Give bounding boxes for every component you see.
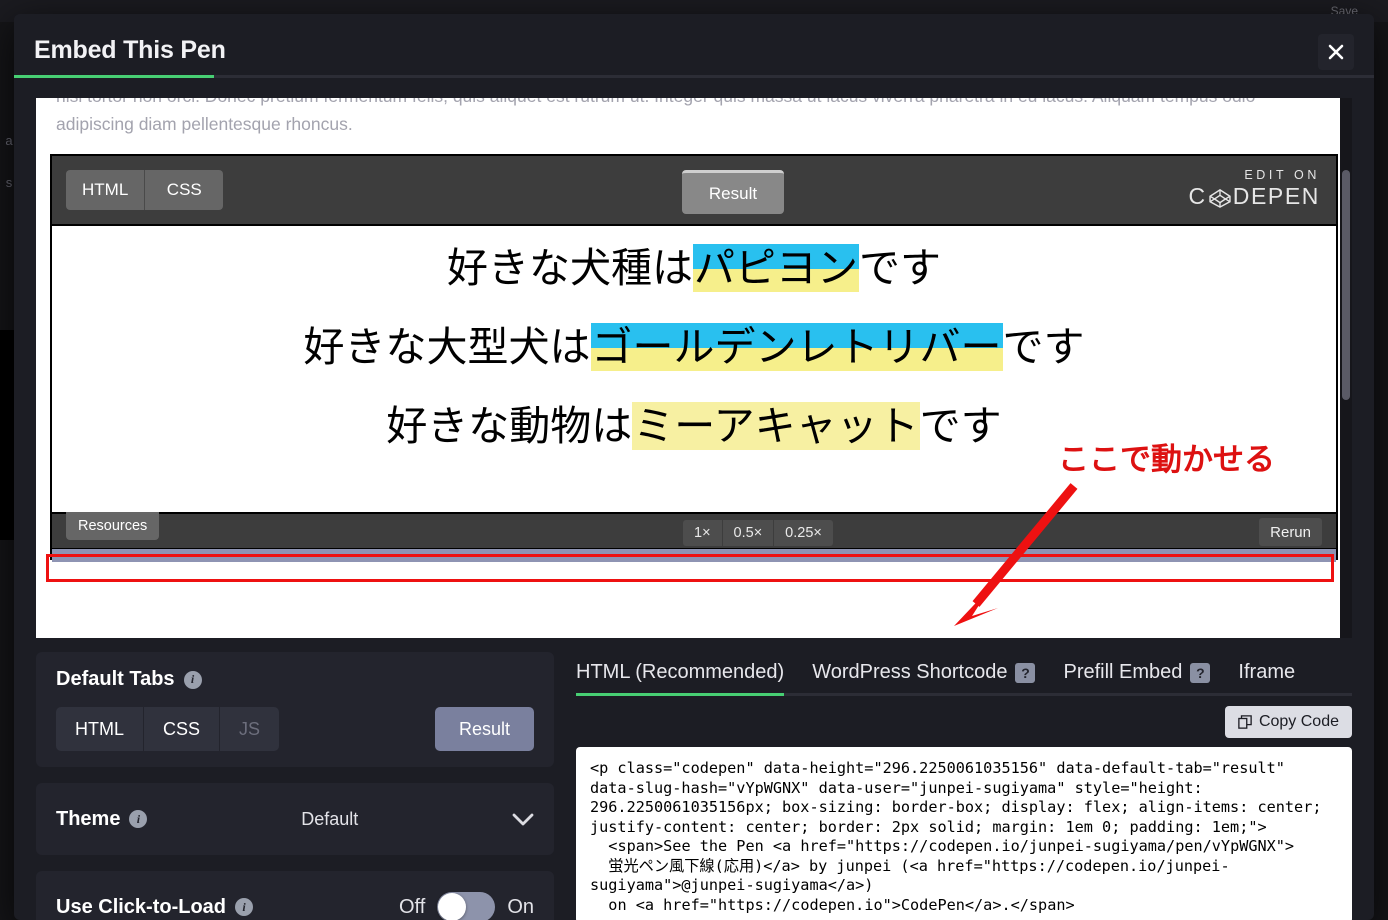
embed-rerun-button[interactable]: Rerun xyxy=(1259,518,1322,546)
embed-footer: Resources 1× 0.5× 0.25× Rerun xyxy=(52,512,1336,562)
embed-header: HTML CSS Result EDIT ON C DEPEN xyxy=(52,156,1336,224)
theme-title: Theme i xyxy=(56,807,148,831)
embed-preview-area: nisi tortor non orci. Donec pretium ferm… xyxy=(36,98,1352,638)
result-line-1-highlight: パピヨン xyxy=(693,244,859,292)
default-tab-html[interactable]: HTML xyxy=(56,707,144,751)
embed-tab-html[interactable]: HTML xyxy=(66,170,146,210)
default-tabs-card: Default Tabs i HTML CSS JS Result xyxy=(36,652,554,767)
help-icon[interactable]: ? xyxy=(1015,662,1036,683)
embed-resources-button[interactable]: Resources xyxy=(66,512,160,540)
zoom-1x-button[interactable]: 1× xyxy=(683,520,723,546)
toggle-on-label: On xyxy=(507,895,534,918)
result-line-1-pre: 好きな犬種は xyxy=(447,244,693,292)
default-tabs-controls: HTML CSS JS Result xyxy=(56,707,534,751)
zoom-025x-button[interactable]: 0.25× xyxy=(774,520,833,546)
click-to-load-toggle-row: Off On xyxy=(399,892,534,920)
embed-tab-group: HTML CSS xyxy=(66,170,224,210)
code-format-tabs: HTML (Recommended) WordPress Shortcode ?… xyxy=(576,652,1352,696)
info-icon[interactable]: i xyxy=(183,670,202,689)
chevron-down-icon[interactable] xyxy=(512,808,534,830)
tab-prefill-embed-label: Prefill Embed xyxy=(1063,661,1183,683)
zoom-05x-button[interactable]: 0.5× xyxy=(722,520,775,546)
theme-label: Theme xyxy=(56,807,121,830)
codepen-embed: HTML CSS Result EDIT ON C DEPEN 好きな犬種はパピ… xyxy=(50,154,1338,562)
embed-code-column: HTML (Recommended) WordPress Shortcode ?… xyxy=(576,652,1352,920)
edit-on-codepen-logo[interactable]: EDIT ON C DEPEN xyxy=(1189,168,1320,210)
embed-resize-handle[interactable] xyxy=(52,548,1336,562)
embed-this-pen-modal: Embed This Pen nisi tortor non orci. Don… xyxy=(14,14,1374,920)
theme-selected-value: Default xyxy=(301,808,359,829)
result-line-2-post: です xyxy=(1002,323,1085,371)
toggle-off-label: Off xyxy=(399,895,426,918)
tab-html-recommended[interactable]: HTML (Recommended) xyxy=(576,661,785,696)
preview-scrollbar-thumb[interactable] xyxy=(1342,170,1350,400)
page-title: Embed This Pen xyxy=(34,36,226,64)
tab-wordpress-shortcode-label: WordPress Shortcode xyxy=(812,661,1008,683)
switch-knob xyxy=(438,893,467,920)
modal-header: Embed This Pen xyxy=(14,14,1374,90)
result-line-2-pre: 好きな大型犬は xyxy=(303,323,591,371)
help-icon[interactable]: ? xyxy=(1190,662,1211,683)
embed-tab-result[interactable]: Result xyxy=(682,170,784,214)
result-line-1-post: です xyxy=(859,244,941,292)
logo-line-edit-on: EDIT ON xyxy=(1244,168,1320,182)
result-line-3-pre: 好きな動物は xyxy=(386,402,633,450)
info-icon[interactable]: i xyxy=(129,810,148,828)
tab-iframe-label: Iframe xyxy=(1238,661,1296,683)
copy-icon xyxy=(1238,715,1252,729)
result-line-3-highlight: ミーアキャット xyxy=(632,402,920,450)
embed-code-box[interactable]: <p class="codepen" data-height="296.2250… xyxy=(576,747,1352,920)
click-to-load-title: Use Click-to-Load i xyxy=(56,895,254,919)
close-icon xyxy=(1328,44,1344,60)
tab-html-recommended-label: HTML (Recommended) xyxy=(576,661,785,683)
click-to-load-label: Use Click-to-Load xyxy=(56,895,227,918)
codepen-mark-icon xyxy=(1209,187,1231,208)
preview-scrollbar[interactable] xyxy=(1340,98,1352,638)
embed-code-text: <p class="codepen" data-height="296.2250… xyxy=(590,759,1322,914)
click-to-load-card: Use Click-to-Load i Off On xyxy=(36,871,554,920)
modal-body: Default Tabs i HTML CSS JS Result Theme … xyxy=(36,652,1352,920)
copy-code-button[interactable]: Copy Code xyxy=(1224,706,1352,738)
default-tabs-label: Default Tabs xyxy=(56,668,175,690)
tab-prefill-embed[interactable]: Prefill Embed ? xyxy=(1063,661,1211,693)
embed-zoom-group: 1× 0.5× 0.25× xyxy=(683,520,833,546)
default-tab-css[interactable]: CSS xyxy=(144,707,221,751)
title-divider xyxy=(14,75,1374,78)
annotation-text: ここで動かせる xyxy=(1058,442,1275,478)
theme-select[interactable]: Default xyxy=(147,783,512,855)
logo-letters-depen: DEPEN xyxy=(1232,183,1320,209)
logo-line-codepen: C DEPEN xyxy=(1189,183,1320,210)
default-tab-result[interactable]: Result xyxy=(434,707,534,751)
title-active-underline xyxy=(14,75,214,78)
tab-wordpress-shortcode[interactable]: WordPress Shortcode ? xyxy=(812,661,1036,693)
info-icon[interactable]: i xyxy=(235,898,254,916)
default-tabs-group: HTML CSS JS xyxy=(56,707,280,751)
logo-letter-c: C xyxy=(1188,183,1207,209)
result-line-2-highlight: ゴールデンレトリバー xyxy=(590,323,1003,371)
copy-code-row: Copy Code xyxy=(576,706,1352,738)
embed-tab-css[interactable]: CSS xyxy=(145,170,224,210)
result-line-3-post: です xyxy=(919,402,1002,450)
embed-settings-column: Default Tabs i HTML CSS JS Result Theme … xyxy=(36,652,554,920)
theme-card[interactable]: Theme i Default xyxy=(36,783,554,855)
result-line-2: 好きな大型犬はゴールデンレトリバーです xyxy=(52,323,1336,371)
default-tab-js[interactable]: JS xyxy=(220,707,280,751)
result-line-1: 好きな犬種はパピヨンです xyxy=(52,244,1336,292)
close-button[interactable] xyxy=(1318,34,1354,70)
click-to-load-switch[interactable] xyxy=(437,892,496,920)
tab-iframe[interactable]: Iframe xyxy=(1238,661,1295,693)
preview-lorem-top: nisi tortor non orci. Donec pretium ferm… xyxy=(56,98,1255,134)
default-tabs-title: Default Tabs i xyxy=(56,668,534,691)
copy-code-label: Copy Code xyxy=(1258,713,1339,730)
